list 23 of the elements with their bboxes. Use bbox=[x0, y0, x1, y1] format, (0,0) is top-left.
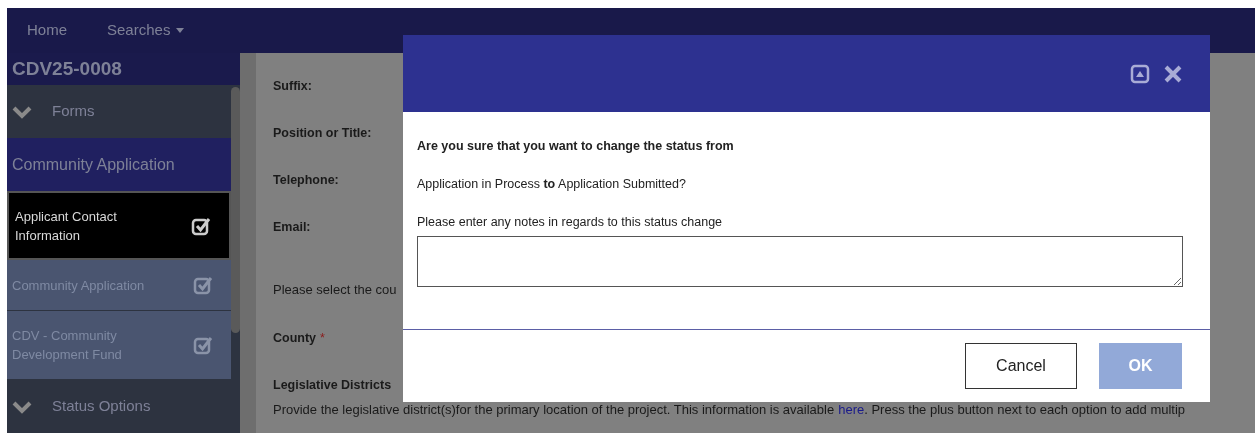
field-label: Email: bbox=[273, 220, 311, 234]
sidebar-form-item[interactable]: Applicant Contact Information bbox=[7, 191, 231, 260]
instruction-text: Please select the cou bbox=[273, 283, 397, 297]
sidebar-section-header: Community Application bbox=[7, 138, 231, 191]
close-icon[interactable] bbox=[1164, 64, 1182, 83]
nav-link[interactable]: Searches bbox=[107, 19, 185, 42]
required-mark: * bbox=[320, 331, 325, 345]
scrollbar-thumb[interactable] bbox=[231, 87, 240, 333]
field-label: Position or Title: bbox=[273, 126, 372, 140]
record-title: CDV25-0008 bbox=[7, 53, 240, 85]
status-change-text: Application in Process to Application Submitted? bbox=[417, 177, 687, 191]
nav-link[interactable]: Home bbox=[27, 19, 67, 42]
notes-label: Please enter any notes in regards to this status change bbox=[417, 215, 724, 229]
field-label: County bbox=[273, 331, 317, 345]
notes-field[interactable] bbox=[417, 236, 1183, 287]
description-text: Provide the legislative district(s)for the primary location of the project. This information is available bbox=[273, 403, 835, 417]
description-text: . Press the plus button next to each option to add multip bbox=[864, 403, 1186, 417]
field-label: Telephone: bbox=[273, 173, 339, 187]
section-heading: Legislative Districts bbox=[273, 378, 392, 392]
cancel-button[interactable]: Cancel bbox=[965, 343, 1077, 389]
maximize-icon[interactable] bbox=[1130, 63, 1150, 84]
field-label: Suffix: bbox=[273, 79, 312, 93]
confirmation-question: Are you sure that you want to change the status from bbox=[417, 139, 735, 153]
